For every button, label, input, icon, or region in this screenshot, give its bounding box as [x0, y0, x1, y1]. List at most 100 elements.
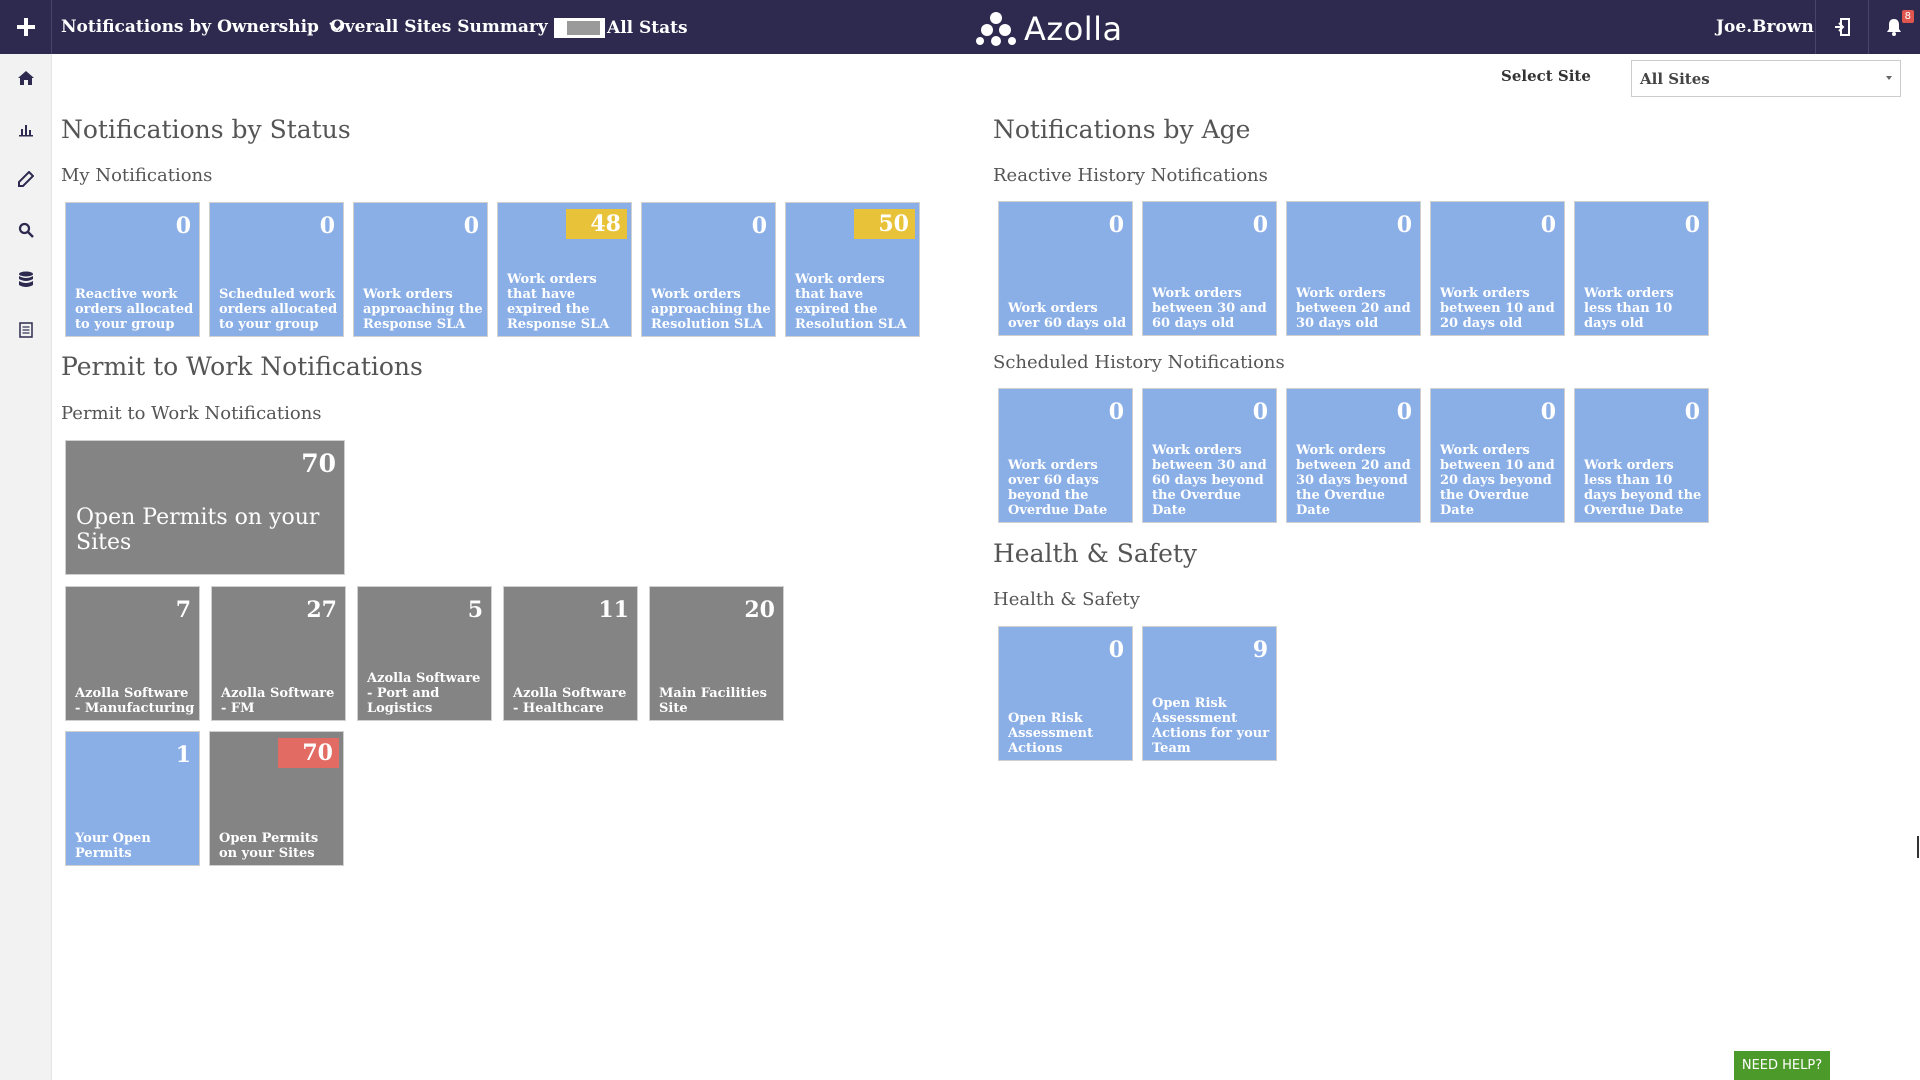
- tile-label: Work orders between 20 and 30 days beyon…: [1296, 443, 1411, 518]
- tile-open-permits-sites-large[interactable]: 70 Open Permits on your Sites: [65, 440, 345, 575]
- tile-label: Work orders between 30 and 60 days beyon…: [1152, 443, 1267, 518]
- tile-expired-resolution-sla[interactable]: 50 Work orders that have expired the Res…: [785, 202, 920, 337]
- select-site-label: Select Site: [1501, 67, 1591, 85]
- add-button[interactable]: [0, 0, 52, 54]
- tile-value: 70: [278, 738, 339, 768]
- tile-label: Work orders approaching the Response SLA: [363, 287, 483, 332]
- tile-value: 50: [854, 209, 915, 239]
- tile-reactive-over-60[interactable]: 0 Work orders over 60 days old: [998, 201, 1133, 336]
- tile-value: 9: [1252, 637, 1268, 663]
- tile-value: 7: [175, 597, 191, 623]
- tile-scheduled-30-60[interactable]: 0 Work orders between 30 and 60 days bey…: [1142, 388, 1277, 523]
- tile-scheduled-allocated[interactable]: 0 Scheduled work orders allocated to you…: [209, 202, 344, 337]
- sidebar-item-search[interactable]: [0, 215, 52, 245]
- tile-label: Work orders approaching the Resolution S…: [651, 287, 771, 332]
- tile-site-manufacturing[interactable]: 7 Azolla Software - Manufacturing: [65, 586, 200, 721]
- sidebar-item-reports[interactable]: [0, 114, 52, 144]
- tile-label: Your Open Permits: [75, 831, 151, 861]
- notifications-button[interactable]: 8: [1868, 0, 1920, 54]
- tile-approaching-resolution-sla[interactable]: 0 Work orders approaching the Resolution…: [641, 202, 776, 337]
- tile-value: 48: [566, 209, 627, 239]
- section-title-age: Notifications by Age: [993, 115, 1251, 144]
- caret-down-icon: [1886, 76, 1892, 80]
- tile-scheduled-20-30[interactable]: 0 Work orders between 20 and 30 days bey…: [1286, 388, 1421, 523]
- site-select[interactable]: All Sites: [1631, 60, 1901, 97]
- notification-badge: 8: [1901, 10, 1914, 23]
- logout-icon: [1835, 18, 1850, 36]
- tile-label: Work orders less than 10 days old: [1584, 286, 1674, 331]
- menu-notifications-by-ownership[interactable]: Notifications by Ownership: [61, 0, 345, 54]
- tile-site-healthcare[interactable]: 11 Azolla Software - Healthcare: [503, 586, 638, 721]
- logout-button[interactable]: [1816, 0, 1868, 54]
- tile-value: 0: [463, 213, 479, 239]
- tile-scheduled-over-60[interactable]: 0 Work orders over 60 days beyond the Ov…: [998, 388, 1133, 523]
- tile-label: Reactive work orders allocated to your g…: [75, 287, 194, 332]
- tile-site-port-logistics[interactable]: 5 Azolla Software - Port and Logistics: [357, 586, 492, 721]
- toggle-knob: [567, 21, 600, 35]
- tile-value: 0: [1252, 399, 1268, 425]
- tile-open-risk-actions[interactable]: 0 Open Risk Assessment Actions: [998, 626, 1133, 761]
- tile-value: 11: [598, 597, 629, 623]
- tile-reactive-under-10[interactable]: 0 Work orders less than 10 days old: [1574, 201, 1709, 336]
- tile-scheduled-10-20[interactable]: 0 Work orders between 10 and 20 days bey…: [1430, 388, 1565, 523]
- sidebar-item-database[interactable]: [0, 265, 52, 295]
- toggle-label: All Stats: [607, 18, 688, 38]
- tile-open-risk-actions-team[interactable]: 9 Open Risk Assessment Actions for your …: [1142, 626, 1277, 761]
- pencil-icon: [18, 171, 34, 187]
- logo-text: Azolla: [1024, 10, 1123, 48]
- toggle-switch[interactable]: [554, 18, 605, 38]
- tile-label: Azolla Software - FM: [221, 686, 335, 716]
- tile-label: Open Permits on your Sites: [76, 505, 320, 555]
- tile-site-fm[interactable]: 27 Azolla Software - FM: [211, 586, 346, 721]
- tile-value: 0: [1396, 399, 1412, 425]
- tile-label: Work orders between 30 and 60 days old: [1152, 286, 1267, 331]
- tile-value: 1: [175, 742, 191, 768]
- tile-scheduled-under-10[interactable]: 0 Work orders less than 10 days beyond t…: [1574, 388, 1709, 523]
- subtitle-scheduled-history: Scheduled History Notifications: [993, 352, 1285, 373]
- tile-reactive-allocated[interactable]: 0 Reactive work orders allocated to your…: [65, 202, 200, 337]
- sidebar-item-home[interactable]: [0, 63, 52, 93]
- sidebar-item-edit[interactable]: [0, 164, 52, 194]
- sidebar-item-documents[interactable]: [0, 315, 52, 345]
- tile-label: Work orders less than 10 days beyond the…: [1584, 458, 1702, 518]
- bell-icon: [1887, 19, 1901, 36]
- tile-value: 0: [1108, 212, 1124, 238]
- tile-label: Work orders that have expired the Respon…: [507, 272, 610, 332]
- all-stats-toggle[interactable]: All Stats: [554, 18, 688, 38]
- tile-label: Work orders over 60 days beyond the Over…: [1008, 458, 1108, 518]
- bar-chart-icon: [19, 125, 33, 137]
- tile-label: Work orders between 10 and 20 days old: [1440, 286, 1555, 331]
- text-cursor: [1917, 836, 1919, 858]
- tile-value: 0: [1540, 399, 1556, 425]
- menu-overall-sites-summary[interactable]: Overall Sites Summary: [330, 0, 574, 54]
- tile-reactive-10-20[interactable]: 0 Work orders between 10 and 20 days old: [1430, 201, 1565, 336]
- tile-label: Open Permits on your Sites: [219, 831, 319, 861]
- tile-expired-response-sla[interactable]: 48 Work orders that have expired the Res…: [497, 202, 632, 337]
- tile-value: 0: [1684, 212, 1700, 238]
- section-title-health-safety: Health & Safety: [993, 539, 1198, 568]
- user-name[interactable]: Joe.Brown: [1716, 0, 1814, 54]
- database-icon: [19, 271, 33, 287]
- tile-reactive-20-30[interactable]: 0 Work orders between 20 and 30 days old: [1286, 201, 1421, 336]
- tile-value: 0: [1108, 399, 1124, 425]
- tile-value: 70: [301, 449, 336, 478]
- tile-reactive-30-60[interactable]: 0 Work orders between 30 and 60 days old: [1142, 201, 1277, 336]
- menu-label: Notifications by Ownership: [61, 17, 319, 37]
- home-icon: [18, 71, 34, 85]
- tile-approaching-response-sla[interactable]: 0 Work orders approaching the Response S…: [353, 202, 488, 337]
- tile-value: 0: [751, 213, 767, 239]
- need-help-button[interactable]: NEED HELP?: [1734, 1051, 1830, 1080]
- tile-label: Work orders that have expired the Resolu…: [795, 272, 907, 332]
- subtitle-permit: Permit to Work Notifications: [61, 403, 322, 424]
- tile-label: Open Risk Assessment Actions for your Te…: [1152, 696, 1270, 756]
- subtitle-reactive-history: Reactive History Notifications: [993, 165, 1268, 186]
- search-icon: [18, 222, 34, 238]
- tile-site-main-facilities[interactable]: 20 Main Facilities Site: [649, 586, 784, 721]
- tile-value: 20: [744, 597, 775, 623]
- tile-your-open-permits[interactable]: 1 Your Open Permits: [65, 731, 200, 866]
- subtitle-health-safety: Health & Safety: [993, 589, 1140, 610]
- tile-open-permits-sites[interactable]: 70 Open Permits on your Sites: [209, 731, 344, 866]
- tile-label: Azolla Software - Manufacturing: [75, 686, 195, 716]
- sidebar: [0, 54, 52, 1080]
- tile-value: 0: [1396, 212, 1412, 238]
